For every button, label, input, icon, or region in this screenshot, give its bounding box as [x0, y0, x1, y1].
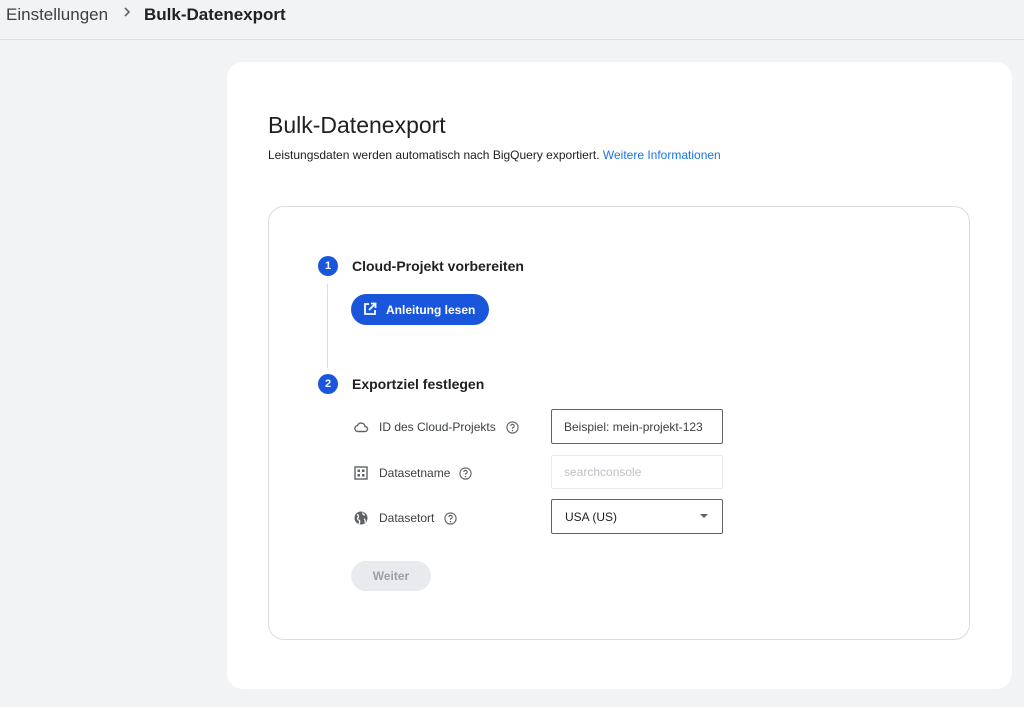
breadcrumb-current: Bulk-Datenexport — [144, 5, 286, 24]
dropdown-arrow-icon — [700, 514, 708, 518]
project-id-label: ID des Cloud-Projekts — [379, 420, 496, 434]
breadcrumb-settings[interactable]: Einstellungen — [6, 5, 108, 25]
page-title: Bulk-Datenexport — [268, 112, 446, 138]
export-setup-panel: 1 Cloud-Projekt vorbereiten Anleitung le… — [268, 206, 970, 640]
dataset-location-select[interactable]: USA (US) — [551, 499, 723, 534]
step-1-number: 1 — [318, 256, 338, 276]
dataset-location-label: Datasetort — [379, 511, 435, 525]
cloud-icon — [354, 422, 369, 433]
dataset-location-value: USA (US) — [565, 510, 618, 524]
learn-more-link[interactable]: Weitere Informationen — [603, 148, 721, 162]
top-bar: Einstellungen Bulk-Datenexport — [0, 0, 1024, 40]
dataset-name-input — [551, 455, 723, 489]
help-icon[interactable] — [506, 421, 519, 434]
read-guide-button[interactable]: Anleitung lesen — [351, 294, 489, 325]
step-1-title: Cloud-Projekt vorbereiten — [352, 258, 524, 274]
chevron-right-icon — [124, 7, 131, 17]
step-2-title: Exportziel festlegen — [352, 376, 485, 392]
project-id-input[interactable] — [551, 409, 723, 444]
read-guide-label: Anleitung lesen — [386, 303, 476, 317]
page-description: Leistungsdaten werden automatisch nach B… — [268, 148, 721, 162]
step-2-number: 2 — [318, 374, 338, 394]
help-icon[interactable] — [444, 512, 457, 525]
open-in-new-icon — [364, 302, 377, 315]
main-card: Bulk-Datenexport Leistungsdaten werden a… — [227, 62, 1012, 689]
step-connector — [327, 284, 328, 368]
next-button[interactable]: Weiter — [351, 561, 431, 591]
dataset-icon — [354, 466, 368, 480]
help-icon[interactable] — [459, 467, 472, 480]
globe-icon — [354, 511, 368, 525]
dataset-name-label: Datasetname — [379, 466, 451, 480]
description-text: Leistungsdaten werden automatisch nach B… — [268, 148, 600, 162]
